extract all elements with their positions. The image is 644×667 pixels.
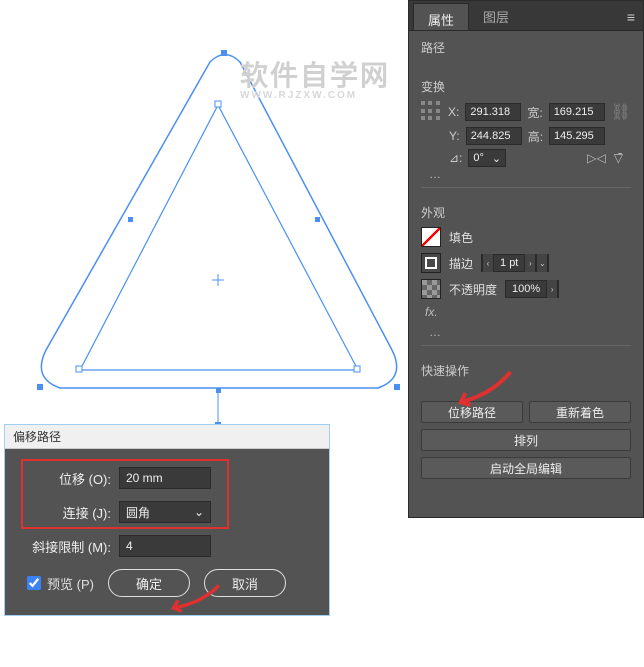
chevron-right-icon[interactable]: › xyxy=(546,280,558,298)
preview-label: 预览 (P) xyxy=(47,574,94,593)
watermark-sub: WWW.RJZXW.COM xyxy=(240,90,390,101)
flip-vertical-icon[interactable]: ▽̄ xyxy=(614,151,623,165)
ok-button[interactable]: 确定 xyxy=(108,569,190,597)
preview-checkbox-wrap[interactable]: 预览 (P) xyxy=(27,574,94,593)
tab-properties[interactable]: 属性 xyxy=(413,3,469,30)
opacity-dropdown[interactable]: 100% › xyxy=(505,280,559,298)
cancel-button[interactable]: 取消 xyxy=(204,569,286,597)
more-options-icon[interactable]: … xyxy=(421,167,631,181)
angle-value: 0° xyxy=(473,152,484,164)
stroke-swatch-icon[interactable] xyxy=(421,253,441,273)
fill-label: 填色 xyxy=(449,229,473,246)
fill-swatch-icon[interactable] xyxy=(421,227,441,247)
chevron-down-icon: ⌄ xyxy=(492,152,501,165)
step-down-icon[interactable]: ‹ xyxy=(482,254,494,272)
section-appearance-title: 外观 xyxy=(421,204,631,221)
dialog-title: 偏移路径 xyxy=(5,425,329,449)
preview-checkbox[interactable] xyxy=(27,576,41,590)
h-input[interactable] xyxy=(549,127,605,145)
chevron-down-icon[interactable]: ⌄ xyxy=(536,254,548,272)
h-label: 高: xyxy=(528,128,543,145)
section-path-title: 路径 xyxy=(421,39,631,56)
global-edit-button[interactable]: 启动全局编辑 xyxy=(421,457,631,479)
section-transform-title: 变换 xyxy=(421,78,631,95)
fx-label[interactable]: fx. xyxy=(421,305,438,319)
properties-panel: 属性 图层 ≡ 路径 变换 X: 宽: ⛓ Y: 高: xyxy=(408,0,644,518)
section-transform: 变换 X: 宽: ⛓ Y: 高: ⊿: 0° xyxy=(409,70,643,196)
offset-label: 位移 (O): xyxy=(27,469,111,488)
link-wh-icon[interactable]: ⛓ xyxy=(611,102,631,122)
x-input[interactable] xyxy=(465,103,521,121)
y-label: Y: xyxy=(449,129,460,143)
stroke-weight-dropdown[interactable]: ‹ 1 pt › ⌄ xyxy=(481,254,549,272)
watermark-text: 软件自学网 xyxy=(240,60,390,91)
opacity-swatch-icon[interactable] xyxy=(421,279,441,299)
arrange-button[interactable]: 排列 xyxy=(421,429,631,451)
y-input[interactable] xyxy=(466,127,522,145)
w-label: 宽: xyxy=(527,104,542,121)
miter-label: 斜接限制 (M): xyxy=(27,537,111,556)
stroke-label: 描边 xyxy=(449,255,473,272)
canvas-area: 软件自学网 WWW.RJZXW.COM xyxy=(0,0,408,430)
watermark: 软件自学网 WWW.RJZXW.COM xyxy=(240,54,390,101)
panel-menu-icon[interactable]: ≡ xyxy=(627,9,635,25)
tab-layers[interactable]: 图层 xyxy=(469,1,523,30)
reference-point-icon[interactable] xyxy=(421,101,442,123)
section-quick-actions: 快速操作 xyxy=(409,354,643,393)
section-quick-title: 快速操作 xyxy=(421,362,631,379)
center-mark xyxy=(212,274,224,286)
offset-input[interactable] xyxy=(119,467,211,489)
section-appearance: 外观 填色 描边 ‹ 1 pt › ⌄ 不透明度 100% › fx. xyxy=(409,196,643,354)
inner-triangle[interactable] xyxy=(80,105,358,370)
step-up-icon[interactable]: › xyxy=(524,254,536,272)
selection-handles-inner xyxy=(76,101,360,372)
x-label: X: xyxy=(448,105,459,119)
opacity-label: 不透明度 xyxy=(449,281,497,298)
opacity-value: 100% xyxy=(506,283,546,295)
angle-label: ⊿: xyxy=(449,151,462,165)
chevron-down-icon: ⌄ xyxy=(194,505,204,519)
flip-horizontal-icon[interactable]: ▷◁ xyxy=(587,151,605,165)
recolor-button[interactable]: 重新着色 xyxy=(529,401,631,423)
join-value: 圆角 xyxy=(126,504,150,521)
offset-path-dialog: 偏移路径 位移 (O): 连接 (J): 圆角 ⌄ 斜接限制 (M): 预览 (… xyxy=(4,424,330,616)
panel-tabs: 属性 图层 ≡ xyxy=(409,1,643,31)
angle-dropdown[interactable]: 0° ⌄ xyxy=(468,149,506,167)
section-path: 路径 xyxy=(409,31,643,70)
stroke-weight-value: 1 pt xyxy=(494,257,524,269)
w-input[interactable] xyxy=(549,103,605,121)
more-options-icon[interactable]: … xyxy=(421,325,631,339)
offset-path-button[interactable]: 位移路径 xyxy=(421,401,523,423)
join-select[interactable]: 圆角 ⌄ xyxy=(119,501,211,523)
join-label: 连接 (J): xyxy=(27,503,111,522)
miter-input[interactable] xyxy=(119,535,211,557)
